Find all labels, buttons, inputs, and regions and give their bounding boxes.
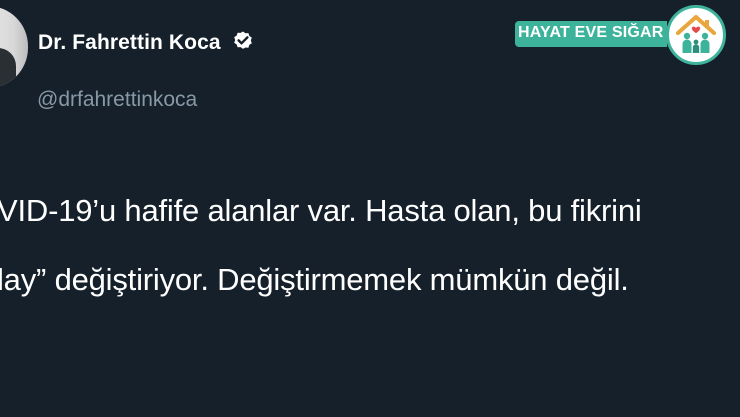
tweet-text-line: VID-19’u hafife alanlar var. Hasta olan,… (0, 193, 642, 228)
tweet-author-handle[interactable]: @drfahrettinkoca (37, 88, 197, 112)
tweet-author-name[interactable]: Dr. Fahrettin Koca (38, 31, 221, 55)
verified-badge-icon (234, 31, 252, 49)
tweet-text-line: lay” değiştiriyor. Değiştirmemek mümkün … (0, 262, 629, 297)
home-family-icon-graphic (676, 15, 716, 53)
campaign-label: HAYAT EVE SIĞAR (518, 24, 664, 41)
home-family-icon (666, 5, 726, 65)
avatar[interactable] (0, 6, 28, 88)
tweet-screenshot: Dr. Fahrettin Koca @drfahrettinkoca VID-… (0, 0, 740, 417)
